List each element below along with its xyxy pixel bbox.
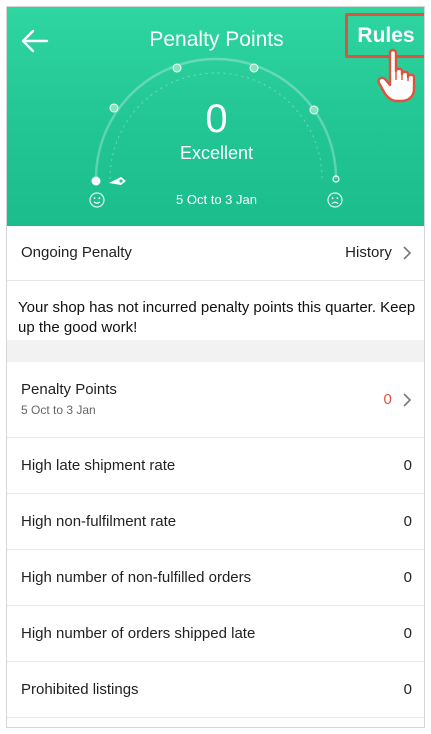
ongoing-penalty-label: Ongoing Penalty — [21, 244, 132, 261]
pointing-hand-icon — [377, 48, 416, 103]
breakdown-value: 0 — [403, 457, 412, 474]
penalty-score: 0 — [205, 97, 228, 141]
penalty-points-value: 0 — [383, 391, 392, 408]
breakdown-value: 0 — [403, 569, 412, 586]
breakdown-row: High number of orders shipped late 0 — [7, 606, 424, 662]
breakdown-value: 0 — [403, 513, 412, 530]
breakdown-label: High late shipment rate — [21, 457, 176, 474]
penalty-header: Penalty Points Rules 0 Excellent 5 Oct t… — [7, 7, 424, 226]
gauge-needle-icon — [109, 177, 126, 185]
no-penalty-message: Your shop has not incurred penalty point… — [18, 299, 416, 336]
section-divider — [7, 340, 424, 362]
app-frame: Penalty Points Rules 0 Excellent 5 Oct t… — [6, 6, 425, 728]
breakdown-row: High number of non-fulfilled orders 0 — [7, 550, 424, 606]
breakdown-row: High late shipment rate 0 — [7, 438, 424, 494]
penalty-points-row[interactable]: Penalty Points 5 Oct to 3 Jan 0 — [7, 362, 424, 438]
history-link[interactable]: History — [345, 244, 412, 261]
breakdown-row: High non-fulfilment rate 0 — [7, 494, 424, 550]
penalty-rating: Excellent — [179, 143, 254, 163]
breakdown-value: 0 — [403, 681, 412, 698]
history-label: History — [345, 244, 392, 261]
penalty-points-label: Penalty Points — [21, 381, 117, 398]
breakdown-label: High number of non-fulfilled orders — [21, 569, 252, 586]
breakdown-label: Prohibited listings — [21, 681, 139, 698]
breakdown-value: 0 — [403, 625, 412, 642]
breakdown-label: High number of orders shipped late — [21, 625, 256, 642]
chevron-right-icon — [403, 246, 412, 260]
ongoing-penalty-row: Ongoing Penalty History — [7, 226, 424, 281]
penalty-points-period: 5 Oct to 3 Jan — [21, 403, 96, 417]
chevron-right-icon — [403, 393, 412, 407]
breakdown-label: High non-fulfilment rate — [21, 513, 177, 530]
penalty-points-value-wrap: 0 — [383, 391, 412, 408]
penalty-period: 5 Oct to 3 Jan — [176, 192, 257, 207]
breakdown-row: Prohibited listings 0 — [7, 662, 424, 718]
